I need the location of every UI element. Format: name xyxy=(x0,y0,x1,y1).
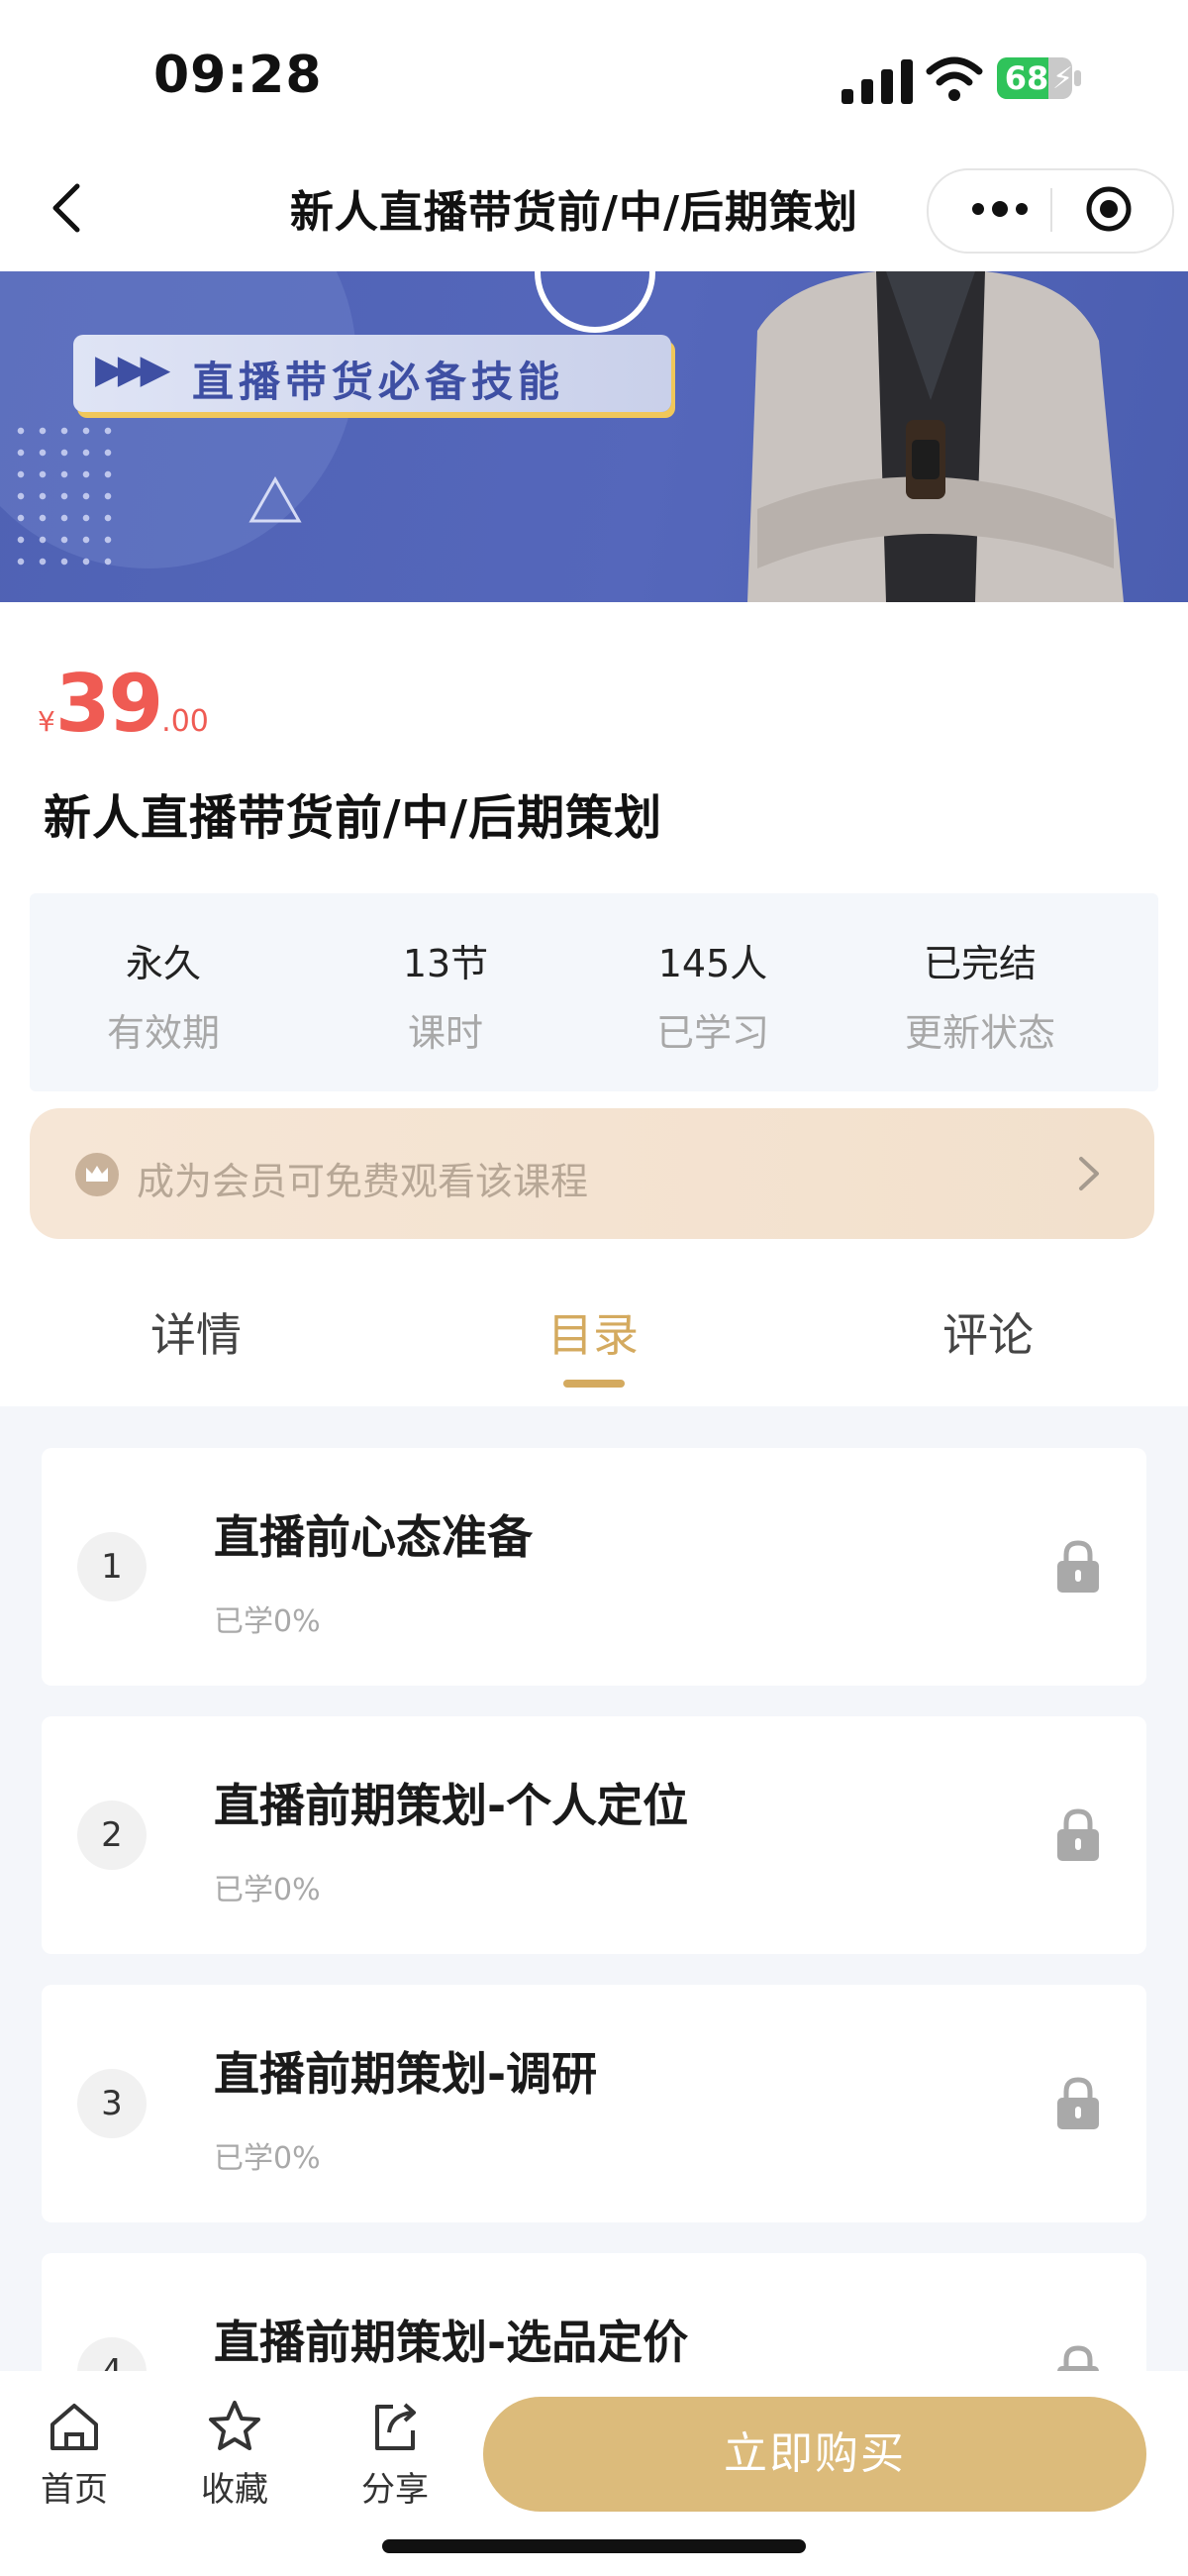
share-icon xyxy=(375,2403,416,2450)
lesson-item[interactable]: 3 直播前期策划-调研 已学0% xyxy=(42,1985,1146,2222)
lesson-progress: 已学0% xyxy=(214,2141,321,2176)
lesson-number: 2 xyxy=(77,1801,147,1870)
close-program-icon[interactable] xyxy=(1059,170,1158,248)
lesson-item[interactable]: 2 直播前期策划-个人定位 已学0% xyxy=(42,1716,1146,1954)
stat-label: 课时 xyxy=(407,1011,483,1055)
instructor-photo xyxy=(747,271,1124,602)
lesson-title: 直播前期策划-个人定位 xyxy=(214,1779,689,1832)
price-decimal: .00 xyxy=(161,704,209,739)
charging-icon: ⚡ xyxy=(1052,61,1074,96)
price-integer: 39 xyxy=(54,658,163,750)
crown-icon xyxy=(75,1153,119,1196)
currency-symbol: ¥ xyxy=(38,705,55,738)
tab-catalog[interactable]: 目录 xyxy=(547,1299,639,1365)
nav-share-label: 分享 xyxy=(361,2470,429,2510)
lesson-progress: 已学0% xyxy=(214,1873,321,1907)
wifi-icon xyxy=(926,56,983,101)
nav-favorite-label: 收藏 xyxy=(201,2470,268,2510)
home-indicator xyxy=(382,2539,806,2553)
membership-text: 成为会员可免费观看该课程 xyxy=(137,1160,589,1203)
battery-level: 68 xyxy=(1004,59,1049,97)
signal-icon xyxy=(842,59,913,104)
lesson-number: 1 xyxy=(77,1532,147,1601)
back-button[interactable] xyxy=(38,178,97,238)
tab-review[interactable]: 评论 xyxy=(942,1299,1034,1365)
lesson-title: 直播前期策划-选品定价 xyxy=(214,2316,689,2369)
lesson-progress: 已学0% xyxy=(214,1604,321,1639)
stat-label: 更新状态 xyxy=(904,1011,1055,1055)
course-title: 新人直播带货前/中/后期策划 xyxy=(44,790,663,846)
stat-label: 已学习 xyxy=(655,1011,769,1055)
banner-tag-text: 直播带货必备技能 xyxy=(192,358,565,406)
lesson-title: 直播前心态准备 xyxy=(214,1510,533,1564)
nav-home[interactable]: 首页 xyxy=(20,2397,129,2511)
stat-value: 永久 xyxy=(125,942,201,985)
nav-favorite[interactable]: 收藏 xyxy=(180,2397,289,2511)
course-banner: ▶▶▶ 直播带货必备技能 xyxy=(0,271,1188,602)
lesson-number: 3 xyxy=(77,2069,147,2138)
more-options-icon[interactable] xyxy=(950,170,1049,248)
lock-icon xyxy=(1057,2077,1099,2129)
stat-value: 13节 xyxy=(402,942,489,985)
nav-home-label: 首页 xyxy=(41,2470,108,2510)
price: ¥39.00 xyxy=(38,658,209,750)
lock-icon xyxy=(1057,1540,1099,1593)
star-icon xyxy=(209,2401,260,2450)
buy-now-button[interactable]: 立即购买 xyxy=(483,2397,1146,2512)
tab-detail[interactable]: 详情 xyxy=(150,1299,242,1365)
lesson-item[interactable]: 1 直播前心态准备 已学0% xyxy=(42,1448,1146,1686)
nav-share[interactable]: 分享 xyxy=(341,2397,449,2511)
lock-icon xyxy=(1057,1808,1099,1861)
lesson-title: 直播前期策划-调研 xyxy=(214,2047,598,2101)
page-title: 新人直播带货前/中/后期策划 xyxy=(289,187,859,238)
play-arrows-icon: ▶▶▶ xyxy=(95,347,170,392)
chevron-right-icon xyxy=(1079,1157,1099,1190)
stat-label: 有效期 xyxy=(106,1011,220,1055)
stat-value: 已完结 xyxy=(923,942,1037,985)
home-icon xyxy=(50,2404,98,2450)
active-tab-indicator xyxy=(563,1380,625,1388)
triangle-decoration xyxy=(248,475,302,523)
banner-tag: ▶▶▶ 直播带货必备技能 xyxy=(73,335,671,412)
capsule-divider xyxy=(1050,188,1052,232)
course-stats: 永久 有效期 13节 课时 145人 已学习 已完结 更新状态 xyxy=(30,893,1158,1091)
status-time: 09:28 xyxy=(153,46,323,105)
stat-value: 145人 xyxy=(657,942,768,985)
battery-indicator: 68 ⚡ xyxy=(997,57,1082,101)
